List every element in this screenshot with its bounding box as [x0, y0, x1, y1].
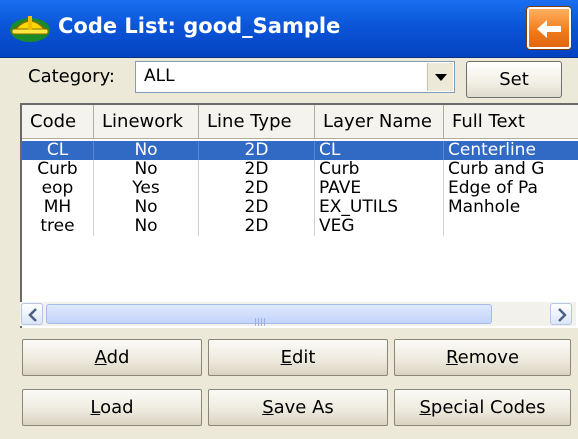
cell-layer-name: Curb	[315, 160, 444, 179]
code-table[interactable]: Code Linework Line Type Layer Name Full …	[20, 103, 578, 328]
cell-line-type: 2D	[199, 179, 315, 198]
horizontal-scrollbar[interactable]	[20, 302, 576, 326]
remove-label: emove	[457, 347, 520, 368]
arrow-right-icon[interactable]	[550, 303, 572, 325]
cell-line-type: 2D	[199, 198, 315, 217]
cell-code: MH	[22, 198, 94, 217]
arrow-left-icon[interactable]	[21, 303, 43, 325]
cell-full-text: Manhole	[444, 198, 578, 217]
table-header: Code Linework Line Type Layer Name Full …	[22, 105, 578, 139]
save-as-button[interactable]: Save As	[208, 389, 388, 426]
cell-line-type: 2D	[199, 217, 315, 236]
cell-code: Curb	[22, 160, 94, 179]
cell-code: eop	[22, 179, 94, 198]
back-arrow-icon	[537, 20, 561, 38]
cell-layer-name: CL	[315, 141, 444, 160]
scrollbar-thumb[interactable]	[46, 304, 492, 326]
table-row[interactable]: Curb No 2D Curb Curb and G	[22, 160, 578, 179]
column-header-line-type[interactable]: Line Type	[199, 105, 315, 139]
cell-full-text: Edge of Pa	[444, 179, 578, 198]
remove-button[interactable]: Remove	[394, 339, 571, 376]
cell-layer-name: EX_UTILS	[315, 198, 444, 217]
table-row[interactable]: MH No 2D EX_UTILS Manhole	[22, 198, 578, 217]
cell-code: CL	[22, 141, 94, 160]
hardhat-icon	[10, 16, 50, 42]
table-row[interactable]: tree No 2D VEG	[22, 217, 578, 236]
load-mnemonic: L	[90, 397, 101, 418]
load-button[interactable]: Load	[22, 389, 202, 426]
cell-linework: No	[94, 141, 199, 160]
remove-mnemonic: R	[445, 347, 458, 368]
column-header-code[interactable]: Code	[22, 105, 94, 139]
load-label: oad	[100, 397, 134, 418]
cell-full-text: Curb and G	[444, 160, 578, 179]
cell-line-type: 2D	[199, 141, 315, 160]
add-mnemonic: A	[94, 347, 107, 368]
cell-line-type: 2D	[199, 160, 315, 179]
category-value: ALL	[144, 66, 175, 86]
edit-mnemonic: E	[280, 347, 292, 368]
cell-layer-name: VEG	[315, 217, 444, 236]
column-header-layer-name[interactable]: Layer Name	[315, 105, 444, 139]
edit-label: dit	[291, 347, 316, 368]
cell-linework: No	[94, 217, 199, 236]
window-title: Code List: good_Sample	[58, 14, 341, 38]
cell-linework: No	[94, 160, 199, 179]
grip-icon	[255, 311, 267, 326]
add-label: dd	[106, 347, 130, 368]
save-as-mnemonic: S	[262, 397, 274, 418]
set-button[interactable]: Set	[466, 61, 562, 98]
column-header-full-text[interactable]: Full Text	[444, 105, 578, 139]
table-row[interactable]: CL No 2D CL Centerline	[22, 141, 578, 160]
cell-code: tree	[22, 217, 94, 236]
column-header-linework[interactable]: Linework	[94, 105, 199, 139]
cell-linework: No	[94, 198, 199, 217]
special-codes-label: pecial Codes	[430, 397, 546, 418]
save-as-label: ave As	[273, 397, 334, 418]
special-codes-mnemonic: S	[419, 397, 431, 418]
cell-full-text	[444, 217, 578, 236]
dropdown-arrow-icon[interactable]	[427, 63, 453, 91]
cell-full-text: Centerline	[444, 141, 578, 160]
special-codes-button[interactable]: Special Codes	[394, 389, 571, 426]
edit-button[interactable]: Edit	[208, 339, 388, 376]
cell-layer-name: PAVE	[315, 179, 444, 198]
category-label: Category:	[28, 66, 115, 87]
title-bar: Code List: good_Sample	[0, 0, 578, 58]
category-select[interactable]: ALL	[135, 61, 455, 93]
table-row[interactable]: eop Yes 2D PAVE Edge of Pa	[22, 179, 578, 198]
add-button[interactable]: Add	[22, 339, 202, 376]
back-button[interactable]	[527, 7, 571, 49]
cell-linework: Yes	[94, 179, 199, 198]
